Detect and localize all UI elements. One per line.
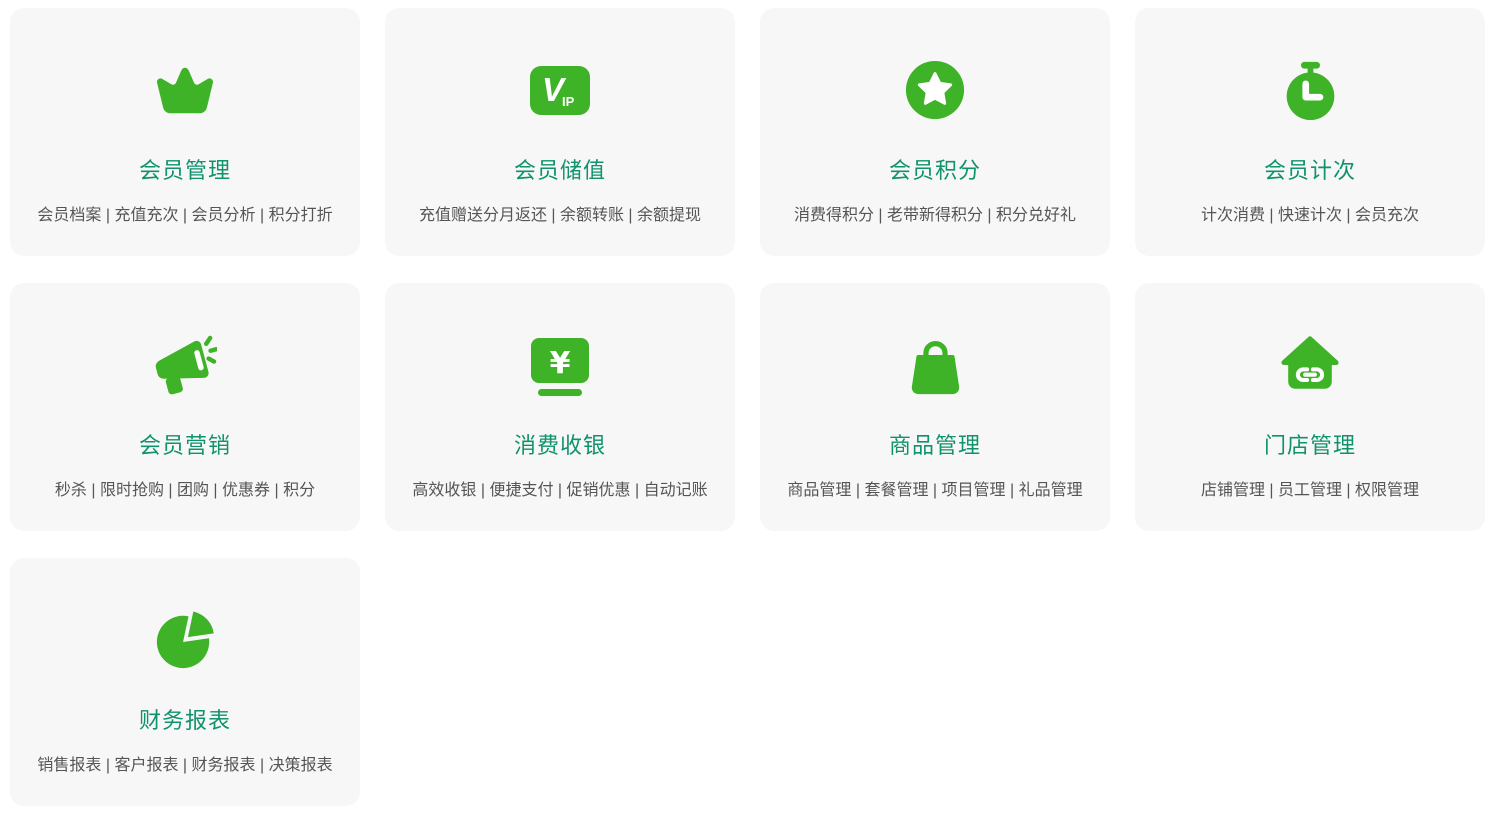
- card-title: 商品管理: [889, 433, 981, 459]
- card-title: 会员计次: [1264, 158, 1356, 184]
- star-circle-icon: [904, 58, 966, 122]
- card-member-marketing[interactable]: 会员营销 秒杀 | 限时抢购 | 团购 | 优惠券 | 积分: [10, 283, 360, 531]
- card-subtitle: 会员档案 | 充值充次 | 会员分析 | 积分打折: [37, 206, 332, 226]
- house-link-icon: [1279, 333, 1341, 397]
- card-checkout-cashier[interactable]: ¥ 消费收银 高效收银 | 便捷支付 | 促销优惠 | 自动记账: [385, 283, 735, 531]
- card-subtitle: 消费得积分 | 老带新得积分 | 积分兑好礼: [794, 206, 1076, 226]
- stopwatch-icon: [1280, 58, 1341, 122]
- pie-chart-icon: [154, 608, 216, 672]
- crown-icon: [154, 58, 216, 122]
- card-subtitle: 店铺管理 | 员工管理 | 权限管理: [1201, 481, 1419, 501]
- card-subtitle: 销售报表 | 客户报表 | 财务报表 | 决策报表: [37, 756, 332, 776]
- card-product-management[interactable]: 商品管理 商品管理 | 套餐管理 | 项目管理 | 礼品管理: [760, 283, 1110, 531]
- card-member-counting[interactable]: 会员计次 计次消费 | 快速计次 | 会员充次: [1135, 8, 1485, 256]
- svg-text:IP: IP: [562, 94, 575, 109]
- megaphone-icon: [154, 333, 217, 397]
- card-member-management[interactable]: 会员管理 会员档案 | 充值充次 | 会员分析 | 积分打折: [10, 8, 360, 256]
- card-title: 消费收银: [514, 433, 606, 459]
- shopping-bag-icon: [905, 333, 966, 397]
- card-member-points[interactable]: 会员积分 消费得积分 | 老带新得积分 | 积分兑好礼: [760, 8, 1110, 256]
- page: 会员管理 会员档案 | 充值充次 | 会员分析 | 积分打折 VIP 会员储值 …: [0, 0, 1494, 818]
- card-store-management[interactable]: 门店管理 店铺管理 | 员工管理 | 权限管理: [1135, 283, 1485, 531]
- vip-badge-icon: VIP: [528, 58, 592, 122]
- card-title: 门店管理: [1264, 433, 1356, 459]
- card-grid: 会员管理 会员档案 | 充值充次 | 会员分析 | 积分打折 VIP 会员储值 …: [0, 0, 1494, 818]
- card-member-stored-value[interactable]: VIP 会员储值 充值赠送分月返还 | 余额转账 | 余额提现: [385, 8, 735, 256]
- card-title: 会员储值: [514, 158, 606, 184]
- card-subtitle: 充值赠送分月返还 | 余额转账 | 余额提现: [419, 206, 701, 226]
- card-financial-reports[interactable]: 财务报表 销售报表 | 客户报表 | 财务报表 | 决策报表: [10, 558, 360, 806]
- svg-text:¥: ¥: [550, 346, 571, 381]
- card-title: 会员营销: [139, 433, 231, 459]
- card-subtitle: 计次消费 | 快速计次 | 会员充次: [1201, 206, 1419, 226]
- card-subtitle: 商品管理 | 套餐管理 | 项目管理 | 礼品管理: [787, 481, 1082, 501]
- card-subtitle: 高效收银 | 便捷支付 | 促销优惠 | 自动记账: [412, 481, 707, 501]
- card-title: 会员积分: [889, 158, 981, 184]
- card-subtitle: 秒杀 | 限时抢购 | 团购 | 优惠券 | 积分: [55, 481, 315, 501]
- cash-register-icon: ¥: [528, 333, 592, 397]
- card-title: 财务报表: [139, 708, 231, 734]
- card-title: 会员管理: [139, 158, 231, 184]
